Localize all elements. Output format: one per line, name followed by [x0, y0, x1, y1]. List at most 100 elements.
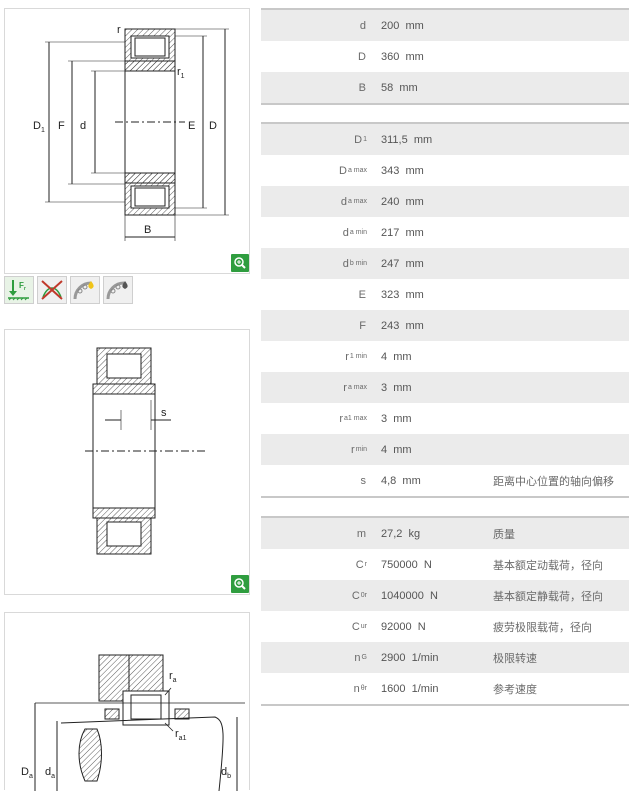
- symbol-text: r: [351, 443, 355, 456]
- row-description: 距离中心位置的轴向偏移: [493, 475, 614, 488]
- table-row: m 27,2 kg 质量: [261, 518, 629, 549]
- row-symbol: d: [261, 10, 373, 41]
- row-value: 4,8 mm 距离中心位置的轴向偏移: [373, 465, 629, 496]
- value-unit: 1/min: [411, 682, 439, 695]
- symbol-subscript: 1: [363, 136, 367, 143]
- symbol-text: D: [354, 133, 363, 146]
- value-number: 323: [381, 288, 400, 301]
- value-with-unit: 240 mm: [381, 196, 493, 208]
- symbol-text: C: [351, 589, 360, 602]
- row-description: 质量: [493, 528, 515, 541]
- table-row: Da max 343 mm: [261, 155, 629, 186]
- table-row: n θr 1600 1/min 参考速度: [261, 673, 629, 704]
- row-description: 基本额定动载荷，径向: [493, 559, 603, 572]
- symbol-text: n: [353, 682, 360, 695]
- value-with-unit: 4 mm: [381, 351, 493, 363]
- table-row: Cr 750000 N 基本额定动载荷，径向: [261, 549, 629, 580]
- symbol-text: s: [360, 474, 367, 487]
- value-number: 360: [381, 50, 400, 63]
- magnifier-icon: [234, 578, 246, 590]
- symbol-text: D: [338, 164, 347, 177]
- magnifier-icon: [234, 257, 246, 269]
- symbol-text: r: [343, 381, 347, 394]
- mounting-dimensions-drawing: ra ra1 Da da db: [21, 654, 245, 792]
- row-value: 240 mm: [373, 186, 629, 217]
- value-unit: N: [429, 589, 438, 602]
- row-description: 参考速度: [493, 683, 537, 696]
- symbol-subscript: a max: [347, 384, 367, 391]
- value-with-unit: 247 mm: [381, 258, 493, 270]
- value-number: 1040000: [381, 589, 424, 602]
- label-D1-sub: 1: [41, 127, 45, 134]
- detail-dimensions-table: D 1 311,5 mm Da max 343 mm d a max 240 mm d a min…: [261, 122, 629, 498]
- value-number: 1600: [381, 682, 406, 695]
- row-value: 4 mm: [373, 341, 629, 372]
- value-unit: mm: [393, 443, 412, 456]
- value-with-unit: 323 mm: [381, 289, 493, 301]
- svg-text:r1: r1: [177, 66, 185, 80]
- svg-text:ra: ra: [169, 670, 177, 684]
- value-with-unit: 1040000 N: [381, 590, 493, 602]
- row-description: 极限转速: [493, 652, 537, 665]
- label-s: s: [161, 407, 167, 419]
- grease-lubrication-icon[interactable]: [70, 276, 100, 304]
- value-unit: N: [423, 558, 432, 571]
- svg-text:ra1: ra1: [175, 728, 187, 742]
- table-row: B 58 mm: [261, 72, 629, 103]
- symbol-text: m: [356, 527, 366, 540]
- row-description: 疲劳极限载荷，径向: [493, 621, 592, 634]
- bearing-drawing-panel: r r1 D1 F d E D B: [4, 8, 250, 274]
- symbol-text: n: [354, 651, 361, 664]
- row-symbol: Cur: [261, 611, 373, 642]
- value-unit: mm: [405, 19, 424, 32]
- symbol-text: C: [355, 558, 364, 571]
- value-unit: mm: [405, 257, 424, 270]
- row-value: 1600 1/min 参考速度: [373, 673, 629, 704]
- row-symbol: B: [261, 72, 373, 103]
- label-ra-sub: a: [173, 677, 177, 684]
- value-unit: mm: [393, 381, 412, 394]
- row-symbol: r a1 max: [261, 403, 373, 434]
- row-symbol: E: [261, 279, 373, 310]
- table-bottom-border: [261, 496, 629, 498]
- symbol-subscript: b min: [349, 260, 367, 267]
- axial-load-icon[interactable]: Fr: [4, 276, 34, 304]
- value-number: 92000: [381, 620, 412, 633]
- symbol-text: F: [359, 319, 366, 332]
- label-db-sub: b: [227, 773, 231, 780]
- oil-lubrication-icon[interactable]: [103, 276, 133, 304]
- no-axial-displacement-icon[interactable]: [37, 276, 67, 304]
- value-unit: mm: [393, 412, 412, 425]
- symbol-subscript: a min: [349, 229, 367, 236]
- row-value: 323 mm: [373, 279, 629, 310]
- value-number: 750000: [381, 558, 418, 571]
- label-Da-sub: a: [29, 773, 33, 780]
- row-value: 360 mm: [373, 41, 629, 72]
- value-with-unit: 200 mm: [381, 20, 493, 32]
- label-d: d: [80, 120, 86, 132]
- table-row: db min 247 mm: [261, 248, 629, 279]
- table-row: d 200 mm: [261, 10, 629, 41]
- row-value: 58 mm: [373, 72, 629, 103]
- symbol-subscript: r: [364, 561, 367, 568]
- value-number: 2900: [381, 651, 406, 664]
- table-row: D 1 311,5 mm: [261, 124, 629, 155]
- value-unit: mm: [405, 288, 424, 301]
- row-value: 343 mm: [373, 155, 629, 186]
- value-with-unit: 27,2 kg: [381, 528, 493, 540]
- label-D: D: [209, 120, 217, 132]
- row-symbol: r min: [261, 434, 373, 465]
- table-row: s 4,8 mm 距离中心位置的轴向偏移: [261, 465, 629, 496]
- zoom-button[interactable]: [231, 254, 249, 272]
- table-row: ra max 3 mm: [261, 372, 629, 403]
- row-value: 92000 N 疲劳极限载荷，径向: [373, 611, 629, 642]
- value-with-unit: 311,5 mm: [381, 134, 493, 146]
- value-with-unit: 360 mm: [381, 51, 493, 63]
- value-with-unit: 750000 N: [381, 559, 493, 571]
- table-bottom-border: [261, 103, 629, 105]
- zoom-button-2[interactable]: [231, 575, 249, 593]
- table-row: D 360 mm: [261, 41, 629, 72]
- table-row: da min 217 mm: [261, 217, 629, 248]
- row-value: 247 mm: [373, 248, 629, 279]
- value-with-unit: 3 mm: [381, 382, 493, 394]
